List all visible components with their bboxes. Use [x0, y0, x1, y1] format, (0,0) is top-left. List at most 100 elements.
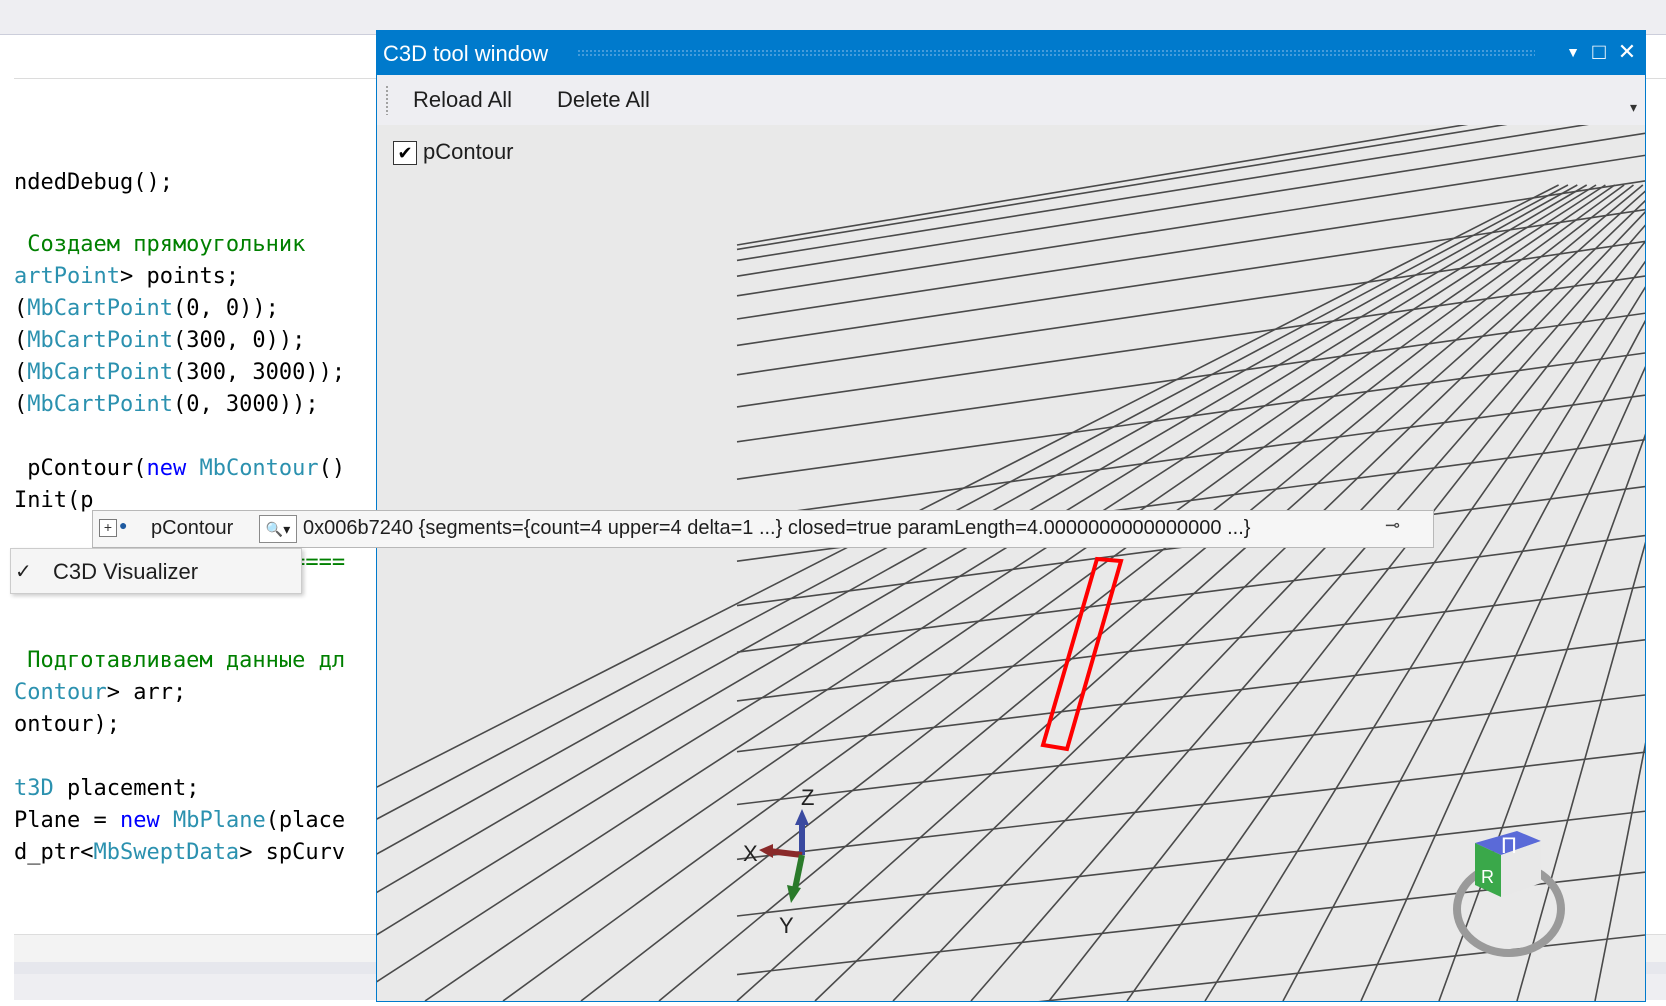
grid-line [736, 114, 1646, 262]
code-token: (0, 3000)); [172, 392, 319, 417]
close-icon[interactable]: ✕ [1613, 37, 1641, 67]
axis-triad: Z X Y [743, 785, 814, 938]
code-line[interactable]: Plane = new MbPlane(place [14, 808, 345, 834]
code-token: ( [14, 392, 28, 417]
code-token: > arr; [106, 680, 187, 705]
code-line[interactable]: t3D placement; [14, 776, 199, 802]
x-axis-label: X [743, 841, 758, 866]
grid-line [736, 208, 1646, 347]
code-token: Init(p [14, 488, 94, 513]
code-token: Создаем прямоугольник [14, 232, 306, 257]
code-token: ( [14, 328, 28, 353]
x-axis-line [768, 848, 803, 858]
code-token: (0, 0)); [172, 296, 279, 321]
code-token: MbCartPoint [27, 392, 173, 417]
toolbar-overflow-icon[interactable]: ▾ [1630, 99, 1637, 116]
menu-item-c3d-visualizer[interactable]: C3D Visualizer [53, 559, 198, 585]
code-line[interactable]: pContour(new MbContour() [14, 456, 345, 482]
z-axis-arrow [795, 809, 809, 825]
menu-check-icon: ✓ [15, 561, 32, 583]
code-token: (place [265, 808, 346, 833]
visualizer-dropdown-icon[interactable]: 🔍▾ [259, 515, 297, 543]
grid-line [34, 184, 1569, 1002]
grid-line [736, 694, 1646, 806]
code-token: artPoint [14, 264, 120, 289]
pcontour-list-item-label[interactable]: pContour [423, 139, 514, 165]
code-line[interactable]: Подготавливаем данные дл [14, 648, 345, 674]
code-token: (300, 3000)); [172, 360, 346, 385]
grid-line [424, 184, 1616, 1002]
tool-window-toolbar: Reload All Delete All ▾ [377, 75, 1645, 125]
code-token: d_ptr< [14, 840, 94, 865]
code-token: t3D [14, 776, 54, 801]
window-position-dropdown-icon[interactable]: ▼ [1559, 37, 1587, 67]
grid-line [1048, 213, 1666, 1002]
code-token: Plane = [14, 808, 120, 833]
code-line[interactable]: Создаем прямоугольник [14, 232, 305, 258]
debugger-datatip: + ● pContour 🔍▾ 0x006b7240 {segments={co… [92, 510, 1434, 548]
tool-window-title: C3D tool window [383, 41, 549, 66]
grid-line [736, 275, 1646, 408]
ground-grid [0, 94, 1666, 1006]
nav-cube-front-label: R [1481, 867, 1494, 887]
code-token: MbCartPoint [27, 328, 173, 353]
code-line[interactable]: (MbCartPoint(0, 3000)); [14, 392, 319, 418]
code-token: Contour [14, 680, 107, 705]
code-token: MbSweptData [93, 840, 240, 865]
code-line[interactable]: Init(p [14, 488, 93, 514]
nav-cube-top-label: Π [1501, 833, 1517, 858]
code-token: ( [14, 360, 28, 385]
expand-icon[interactable]: + [99, 519, 117, 537]
code-token: () [318, 456, 346, 481]
code-line[interactable]: (MbCartPoint(300, 0)); [14, 328, 305, 354]
pin-icon[interactable]: ⊸ [1385, 515, 1400, 536]
datatip-variable-name: pContour [151, 517, 234, 539]
tool-window-titlebar[interactable]: C3D tool window ▼ □ ✕ [377, 31, 1645, 75]
y-axis-label: Y [779, 913, 794, 938]
code-line[interactable]: (MbCartPoint(0, 0)); [14, 296, 279, 322]
code-line[interactable]: artPoint> points; [14, 264, 239, 290]
grid-line [0, 184, 1559, 980]
code-line[interactable]: d_ptr<MbSweptData> spCurv [14, 840, 345, 866]
code-line[interactable]: Contour> arr; [14, 680, 186, 706]
code-token: MbCartPoint [27, 360, 173, 385]
code-token: pContour( [14, 456, 147, 481]
code-token: placement; [53, 776, 200, 801]
grid-line [1594, 635, 1666, 1002]
viewport-canvas[interactable]: Z X Y Π R [0, 94, 1666, 1006]
toolbar-grip[interactable] [385, 85, 389, 115]
grid-line [736, 312, 1646, 443]
grid-line [190, 184, 1588, 1002]
pcontour-checkbox[interactable]: ✔ [393, 141, 417, 165]
code-line[interactable]: ontour); [14, 712, 120, 738]
code-token: new [146, 456, 187, 481]
visualizer-menu: ✓ C3D Visualizer [10, 548, 302, 594]
code-line[interactable]: ndedDebug(); [14, 170, 173, 196]
maximize-icon[interactable]: □ [1585, 37, 1613, 67]
reload-all-button[interactable]: Reload All [413, 87, 512, 113]
grid-line [736, 132, 1646, 277]
grid-line [1126, 230, 1666, 1002]
code-token: MbPlane [172, 808, 266, 833]
3d-viewport[interactable]: Z X Y Π R [0, 94, 1666, 1006]
code-token: ndedDebug(); [14, 170, 173, 195]
grid-line [736, 180, 1646, 320]
titlebar-grip [577, 49, 1535, 57]
object-icon: ● [119, 517, 128, 533]
code-token: > spCurv [239, 840, 346, 865]
grid-line [736, 534, 1646, 653]
delete-all-button[interactable]: Delete All [557, 87, 650, 113]
code-token: ontour); [14, 712, 120, 737]
z-axis-label: Z [801, 785, 814, 810]
code-token: (300, 0)); [172, 328, 306, 353]
code-token: > points; [119, 264, 240, 289]
code-token: MbCartPoint [27, 296, 173, 321]
datatip-value[interactable]: 0x006b7240 {segments={count=4 upper=4 de… [303, 517, 1250, 540]
code-token: Подготавливаем данные дл [14, 648, 346, 673]
grid-line [736, 639, 1646, 753]
code-token: MbContour [199, 456, 319, 481]
code-token: ( [14, 296, 28, 321]
code-line[interactable]: (MbCartPoint(300, 3000)); [14, 360, 345, 386]
